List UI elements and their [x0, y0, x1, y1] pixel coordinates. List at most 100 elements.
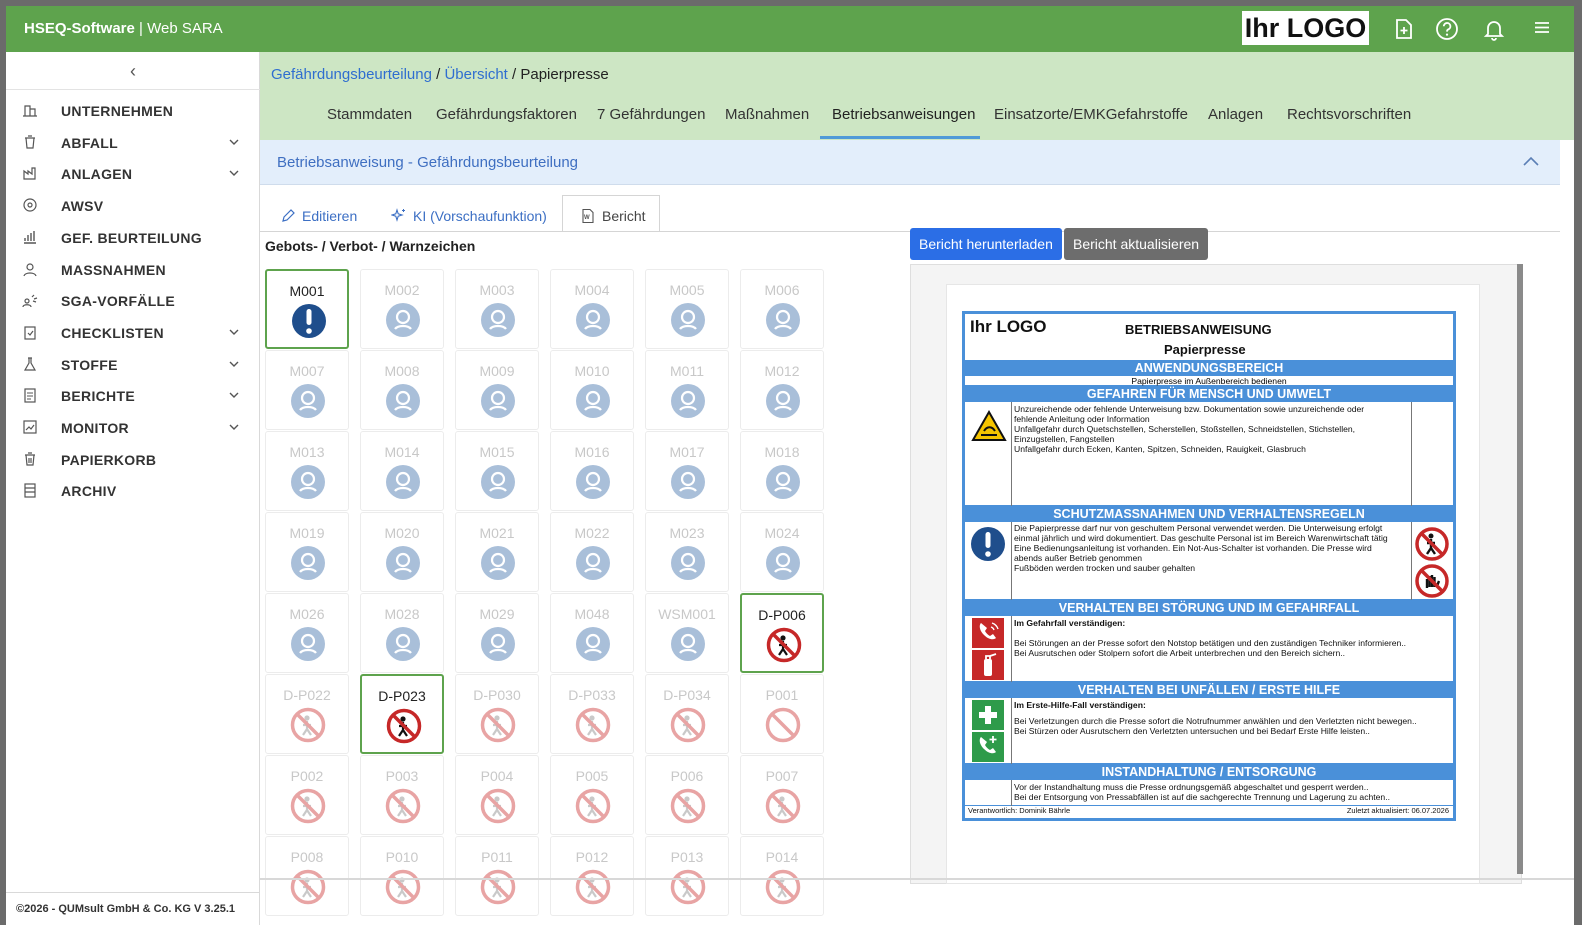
sign-tile-p005[interactable]: P005	[550, 755, 634, 835]
sign-tile-d-p023[interactable]: D-P023	[360, 674, 444, 754]
sign-tile-p008[interactable]: P008	[265, 836, 349, 916]
refresh-report-button[interactable]: Bericht aktualisieren	[1064, 228, 1209, 260]
sign-tile-d-p033[interactable]: D-P033	[550, 674, 634, 754]
sign-tile-m009[interactable]: M009	[455, 350, 539, 430]
sign-tile-m012[interactable]: M012	[740, 350, 824, 430]
subtab-ki[interactable]: KI (Vorschaufunktion)	[390, 197, 547, 231]
sign-tile-wsm001[interactable]: WSM001	[645, 593, 729, 673]
mandatory-sign-icon	[481, 384, 515, 418]
sign-tile-m018[interactable]: M018	[740, 431, 824, 511]
chevron-down-icon[interactable]	[228, 358, 240, 370]
sign-code: M018	[764, 444, 800, 460]
sign-tile-m002[interactable]: M002	[360, 269, 444, 349]
chevron-down-icon[interactable]	[228, 326, 240, 338]
tab-stammdaten[interactable]: Stammdaten	[327, 106, 412, 123]
sidebar-item-stoffe[interactable]: STOFFE	[6, 350, 260, 380]
mandatory-sign-icon	[576, 627, 610, 661]
chevron-down-icon[interactable]	[228, 389, 240, 401]
schutz-line: Die Papierpresse darf nur von geschultem…	[1014, 523, 1383, 533]
flask-icon	[23, 356, 37, 371]
new-document-icon[interactable]	[1389, 15, 1417, 43]
sign-tile-m048[interactable]: M048	[550, 593, 634, 673]
chevron-down-icon[interactable]	[228, 421, 240, 433]
sign-tile-p002[interactable]: P002	[265, 755, 349, 835]
sign-tile-m026[interactable]: M026	[265, 593, 349, 673]
sign-tile-d-p022[interactable]: D-P022	[265, 674, 349, 754]
tab-rechtsvorschriften[interactable]: Rechtsvorschriften	[1287, 106, 1411, 123]
sign-tile-m020[interactable]: M020	[360, 512, 444, 592]
sign-tile-m011[interactable]: M011	[645, 350, 729, 430]
help-icon[interactable]	[1433, 15, 1461, 43]
tab-gefaehrdungsfaktoren[interactable]: Gefährdungsfaktoren	[436, 106, 577, 123]
sign-tile-m007[interactable]: M007	[265, 350, 349, 430]
sidebar-item-anlagen[interactable]: ANLAGEN	[6, 159, 260, 189]
section-header[interactable]: Betriebsanweisung - Gefährdungsbeurteilu…	[260, 140, 1560, 185]
sign-tile-p004[interactable]: P004	[455, 755, 539, 835]
sign-tile-m005[interactable]: M005	[645, 269, 729, 349]
sign-tile-m004[interactable]: M004	[550, 269, 634, 349]
sign-tile-d-p030[interactable]: D-P030	[455, 674, 539, 754]
sidebar-item-abfall[interactable]: ABFALL	[6, 128, 260, 158]
tab-anlagen[interactable]: Anlagen	[1208, 106, 1263, 123]
bell-icon[interactable]	[1480, 15, 1508, 43]
sign-tile-m015[interactable]: M015	[455, 431, 539, 511]
sign-tile-m019[interactable]: M019	[265, 512, 349, 592]
sign-tile-m021[interactable]: M021	[455, 512, 539, 592]
sign-tile-p003[interactable]: P003	[360, 755, 444, 835]
sign-tile-m016[interactable]: M016	[550, 431, 634, 511]
sign-tile-p014[interactable]: P014	[740, 836, 824, 916]
sign-tile-m017[interactable]: M017	[645, 431, 729, 511]
sign-tile-d-p034[interactable]: D-P034	[645, 674, 729, 754]
subtab-editieren[interactable]: Editieren	[280, 197, 357, 231]
tab-massnahmen[interactable]: Maßnahmen	[725, 106, 809, 123]
sign-tile-p010[interactable]: P010	[360, 836, 444, 916]
sidebar-item-awsv[interactable]: AWSV	[6, 191, 260, 221]
sidebar-item-monitor[interactable]: MONITOR	[6, 413, 260, 443]
chevron-up-icon[interactable]	[1522, 154, 1540, 168]
sign-code: M024	[764, 525, 800, 541]
sign-tile-m022[interactable]: M022	[550, 512, 634, 592]
sign-tile-m028[interactable]: M028	[360, 593, 444, 673]
sign-tile-m024[interactable]: M024	[740, 512, 824, 592]
sidebar-item-archiv[interactable]: ARCHIV	[6, 476, 260, 506]
sign-tile-m023[interactable]: M023	[645, 512, 729, 592]
sign-tile-m003[interactable]: M003	[455, 269, 539, 349]
sign-tile-m001[interactable]: M001	[265, 269, 349, 349]
download-report-button[interactable]: Bericht herunterladen	[910, 228, 1062, 260]
sidebar-item-massnahmen[interactable]: MASSNAHMEN	[6, 255, 260, 285]
hamburger-menu-icon[interactable]	[1528, 15, 1556, 43]
sign-tile-m010[interactable]: M010	[550, 350, 634, 430]
sidebar-item-berichte[interactable]: BERICHTE	[6, 381, 260, 411]
sidebar-item-papierkorb[interactable]: PAPIERKORB	[6, 445, 260, 475]
sign-tile-d-p006[interactable]: D-P006	[740, 593, 824, 673]
sign-tile-m014[interactable]: M014	[360, 431, 444, 511]
sidebar-item-gef-beurteilung[interactable]: GEF. BEURTEILUNG	[6, 223, 260, 253]
sign-tile-p007[interactable]: P007	[740, 755, 824, 835]
sidebar-item-sga-vorfälle[interactable]: SGA-VORFÄLLE	[6, 286, 260, 316]
report-scrollbar[interactable]	[1517, 264, 1523, 874]
sign-tile-p001[interactable]: P001	[740, 674, 824, 754]
chevron-down-icon[interactable]	[228, 136, 240, 148]
sign-tile-p011[interactable]: P011	[455, 836, 539, 916]
breadcrumb-link-gefaehrdungsbeurteilung[interactable]: Gefährdungsbeurteilung	[271, 66, 432, 83]
horizontal-scrollbar[interactable]	[260, 878, 1574, 880]
schutzmassnahmen-row: Die Papierpresse darf nur von geschultem…	[965, 522, 1453, 600]
sign-tile-p012[interactable]: P012	[550, 836, 634, 916]
sign-tile-m006[interactable]: M006	[740, 269, 824, 349]
chevron-down-icon[interactable]	[228, 167, 240, 179]
sign-tile-p013[interactable]: P013	[645, 836, 729, 916]
prohibition-sign-icon	[385, 788, 421, 824]
tab-einsatzorte[interactable]: Einsatzorte/EMKGefahrstoffe	[994, 106, 1188, 123]
sign-tile-m008[interactable]: M008	[360, 350, 444, 430]
sidebar-collapse-button[interactable]: ‹	[6, 52, 260, 90]
sidebar-item-checklisten[interactable]: CHECKLISTEN	[6, 318, 260, 348]
sign-tile-p006[interactable]: P006	[645, 755, 729, 835]
sidebar-item-unternehmen[interactable]: UNTERNEHMEN	[6, 96, 260, 126]
tab-betriebsanweisungen[interactable]: Betriebsanweisungen	[832, 106, 975, 123]
company-logo[interactable]: Ihr LOGO	[1242, 11, 1369, 45]
subtab-bericht[interactable]: W Bericht	[580, 197, 646, 231]
sign-tile-m029[interactable]: M029	[455, 593, 539, 673]
sign-tile-m013[interactable]: M013	[265, 431, 349, 511]
tab-gefaehrdungen[interactable]: 7 Gefährdungen	[597, 106, 705, 123]
breadcrumb-link-uebersicht[interactable]: Übersicht	[444, 66, 507, 83]
